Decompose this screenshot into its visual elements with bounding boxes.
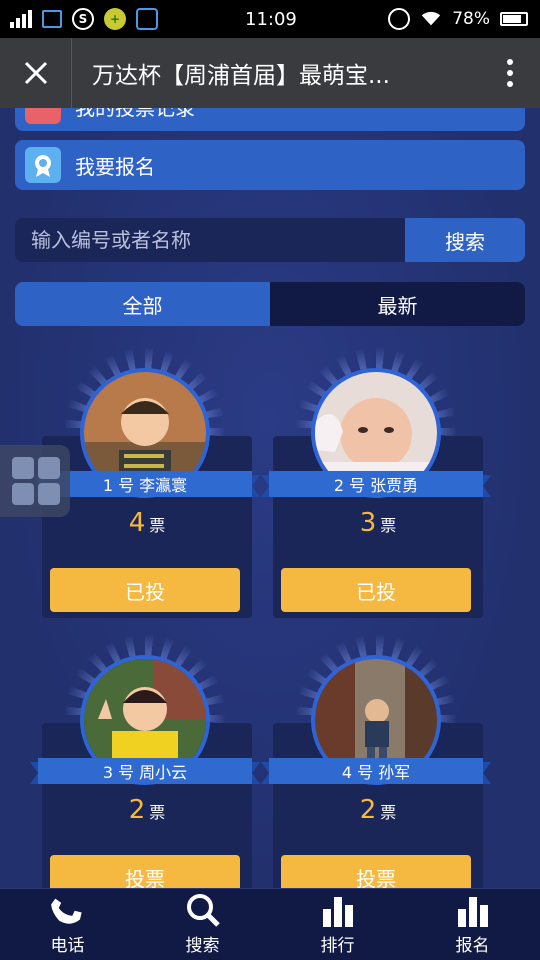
contestant-name-label: 1 号 李瀛寰 xyxy=(30,471,260,497)
status-bar: S + 11:09 78% xyxy=(0,0,540,38)
tab-latest[interactable]: 最新 xyxy=(270,282,525,326)
vote-button[interactable]: 已投 xyxy=(281,568,471,612)
alarm-icon xyxy=(388,8,411,30)
page-title: 万达杯【周浦首届】最萌宝... xyxy=(92,63,390,89)
image-icon xyxy=(42,10,62,28)
vote-number: 2 xyxy=(128,795,146,825)
contestant-card: 3 号 周小云 2票 投票 xyxy=(30,635,260,888)
floating-menu-button[interactable] xyxy=(0,445,70,517)
vote-count: 2票 xyxy=(42,795,252,825)
vote-number: 3 xyxy=(359,508,377,538)
contestant-card: 2 号 张贾勇 3票 已投 xyxy=(261,348,491,678)
vote-button[interactable]: 投票 xyxy=(50,855,240,888)
vote-count: 2票 xyxy=(273,795,483,825)
nav-label: 报名 xyxy=(455,936,490,956)
menu-item-signup[interactable]: 我要报名 xyxy=(15,140,525,190)
vote-button[interactable]: 已投 xyxy=(50,568,240,612)
grid-icon xyxy=(38,483,60,505)
shield-icon xyxy=(136,8,158,30)
title-bar: 万达杯【周浦首届】最萌宝... xyxy=(0,38,540,108)
nav-item-search[interactable]: 搜索 xyxy=(135,889,270,960)
phone-icon xyxy=(50,898,82,924)
contestant-name-label: 2 号 张贾勇 xyxy=(261,471,491,497)
vote-number: 2 xyxy=(359,795,377,825)
vote-count: 4票 xyxy=(42,508,252,538)
vote-unit: 票 xyxy=(380,516,397,535)
menu-item-label: 我要报名 xyxy=(75,154,155,179)
close-button[interactable] xyxy=(0,38,72,108)
contestant-name-label: 3 号 周小云 xyxy=(30,758,260,784)
award-icon xyxy=(25,147,61,183)
vote-unit: 票 xyxy=(149,803,166,822)
tab-all[interactable]: 全部 xyxy=(15,282,270,326)
more-button[interactable] xyxy=(480,38,540,108)
search-bar: 搜索 xyxy=(15,218,525,262)
vote-unit: 票 xyxy=(380,803,397,822)
menu-item-vote-history[interactable]: 我的投票记录 xyxy=(15,108,525,131)
nav-label: 电话 xyxy=(50,936,85,956)
search-icon xyxy=(186,894,220,927)
more-vertical-icon xyxy=(507,59,513,87)
wifi-icon xyxy=(420,8,442,30)
clock: 11:09 xyxy=(245,9,297,30)
tab-bar: 全部 最新 xyxy=(15,282,525,326)
s-app-icon: S xyxy=(72,8,94,30)
nav-item-signup[interactable]: 报名 xyxy=(405,889,540,960)
nav-label: 排行 xyxy=(320,936,355,956)
vote-button[interactable]: 投票 xyxy=(281,855,471,888)
search-input[interactable] xyxy=(15,218,405,262)
contestant-name-label: 4 号 孙军 xyxy=(261,758,491,784)
bottom-nav: 电话 搜索 排行 报名 xyxy=(0,888,540,960)
signal-icon xyxy=(10,10,32,28)
nav-item-ranking[interactable]: 排行 xyxy=(270,889,405,960)
nav-label: 搜索 xyxy=(185,936,220,956)
bar-chart-icon xyxy=(457,897,488,927)
contestant-card: 4 号 孙军 2票 投票 xyxy=(261,635,491,888)
grid-icon xyxy=(38,457,60,479)
vote-unit: 票 xyxy=(149,516,166,535)
vote-count: 3票 xyxy=(273,508,483,538)
menu-item-label: 我的投票记录 xyxy=(75,108,195,121)
bar-chart-icon xyxy=(322,897,353,927)
search-button[interactable]: 搜索 xyxy=(405,218,525,262)
record-icon xyxy=(25,108,61,124)
grid-icon xyxy=(12,483,34,505)
close-icon xyxy=(24,61,47,85)
main-content: 我的投票记录 我要报名 搜索 全部 最新 1 号 李瀛寰 4票 已投 2 号 张 xyxy=(0,108,540,888)
battery-icon xyxy=(500,12,528,26)
nav-item-phone[interactable]: 电话 xyxy=(0,889,135,960)
grid-icon xyxy=(12,457,34,479)
plus-app-icon: + xyxy=(104,8,126,30)
vote-number: 4 xyxy=(128,508,146,538)
battery-percent: 78% xyxy=(452,9,490,29)
